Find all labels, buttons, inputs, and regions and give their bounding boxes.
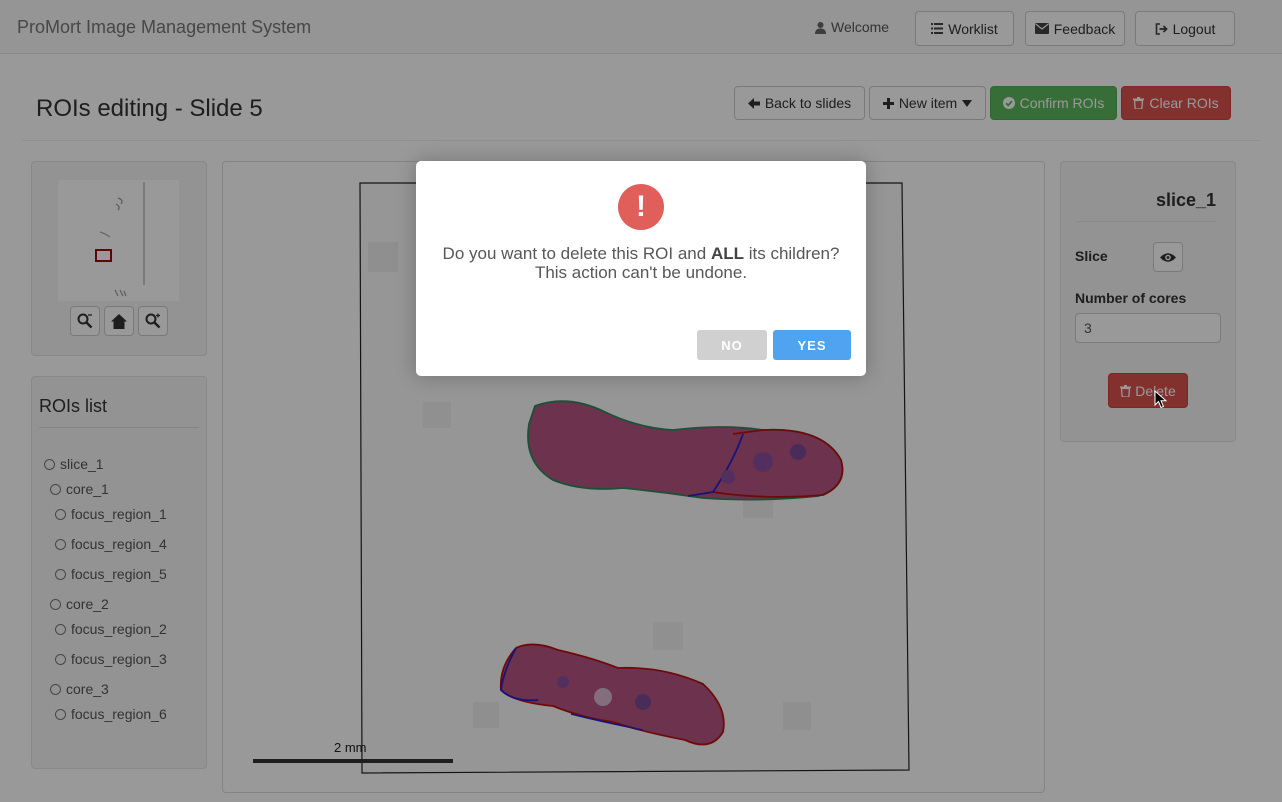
yes-button[interactable]: YES	[773, 330, 851, 360]
mouse-cursor-icon	[1154, 390, 1167, 409]
dialog-message: Do you want to delete this ROI and ALL i…	[436, 244, 846, 282]
dialog-line2: This action can't be undone.	[534, 263, 748, 282]
dialog-line1b: ALL	[710, 244, 744, 263]
dialog-line1a: Do you want to delete this ROI and	[442, 244, 707, 263]
no-button[interactable]: NO	[697, 330, 767, 360]
modal-backdrop[interactable]	[0, 0, 1282, 802]
warning-icon: !	[618, 184, 664, 230]
delete-confirm-dialog: ! Do you want to delete this ROI and ALL…	[416, 161, 866, 376]
dialog-line1c: its children?	[748, 244, 840, 263]
